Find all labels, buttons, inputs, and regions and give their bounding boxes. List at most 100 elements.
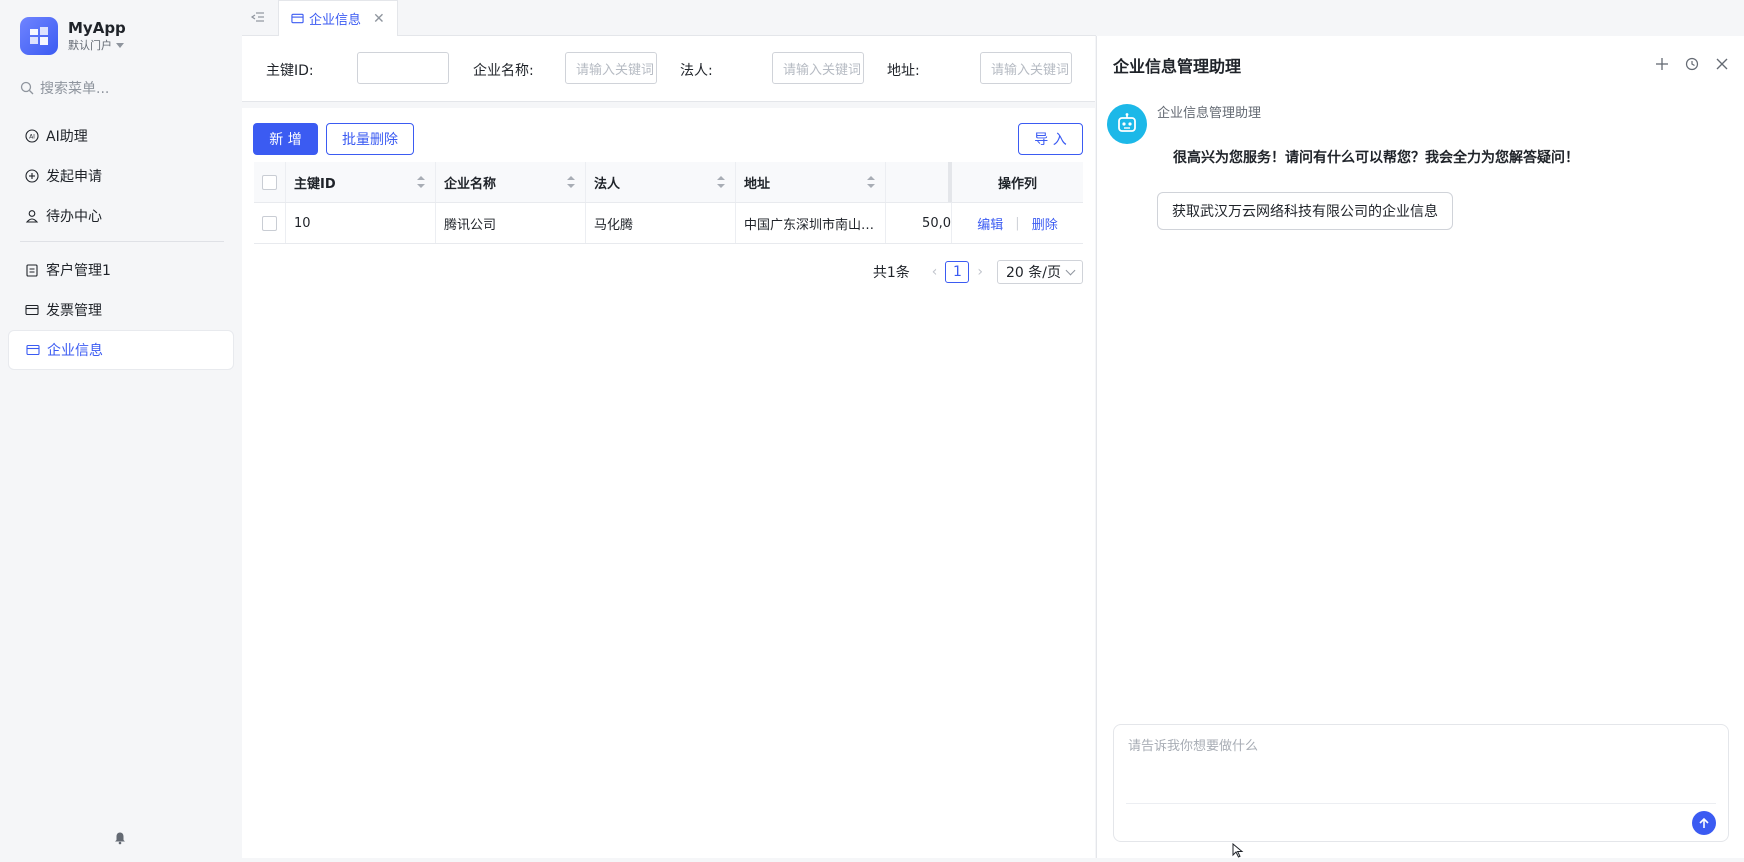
total-count: 共1条: [872, 265, 910, 281]
composer-divider: [1126, 803, 1716, 804]
bot-name: 企业信息管理助理: [1157, 106, 1262, 121]
portal-label: 默认门户: [68, 39, 112, 52]
action-divider: |: [1015, 215, 1020, 231]
history-icon[interactable]: [1682, 54, 1702, 74]
close-icon[interactable]: ✕: [373, 11, 385, 27]
column-header-label: 操作列: [997, 176, 1037, 192]
cell-legal: 马化腾: [586, 203, 736, 243]
edit-link[interactable]: 编辑: [977, 214, 1003, 233]
cell-id: 10: [286, 203, 436, 243]
sidebar-item-label: 发起申请: [46, 169, 102, 185]
chevron-down-icon: [1065, 265, 1076, 275]
data-table: 主键ID 企业名称 法人 地址 操作列 10 腾讯公司 马化腾 中国广东深圳市南…: [254, 162, 1083, 244]
next-page-icon[interactable]: ›: [977, 264, 983, 280]
column-header-legal[interactable]: 法人: [586, 162, 736, 202]
pagination: 共1条 ‹ 1 › 20 条/页: [873, 260, 1083, 284]
new-chat-icon[interactable]: [1652, 54, 1672, 74]
sidebar-item-invoice[interactable]: 发票管理: [8, 290, 234, 330]
card-icon: [25, 342, 41, 358]
sidebar-item-company-info[interactable]: 企业信息: [8, 330, 234, 370]
menu-divider: [20, 241, 224, 242]
legal-label: 法人:: [680, 63, 713, 79]
send-button[interactable]: [1692, 811, 1716, 835]
sidebar-item-label: 企业信息: [47, 343, 103, 359]
card-icon: [24, 302, 40, 318]
address-input-placeholder: 请输入关键词: [991, 62, 1070, 78]
sort-icon[interactable]: [567, 176, 575, 188]
name-input[interactable]: 请输入关键词: [565, 52, 657, 84]
robot-avatar-icon: [1107, 104, 1147, 144]
sort-icon[interactable]: [717, 176, 725, 188]
collapse-sidebar-icon[interactable]: [250, 9, 266, 25]
sidebar-item-customer[interactable]: 客户管理1: [8, 250, 234, 290]
app-name: MyApp: [68, 19, 126, 37]
assistant-panel: 企业信息管理助理 企业信息管理助理 很高兴为您服务！请问有什么可以帮您？我会全力…: [1096, 36, 1744, 858]
column-header-name[interactable]: 企业名称: [436, 162, 586, 202]
caret-down-icon: [116, 43, 124, 48]
sidebar-item-label: 客户管理1: [46, 263, 111, 279]
app-brand[interactable]: MyApp 默认门户: [20, 17, 126, 55]
sidebar-item-ai-assistant[interactable]: AI AI助理: [8, 116, 234, 156]
sidebar-item-label: 待办中心: [46, 209, 102, 225]
mouse-cursor-icon: [1232, 842, 1246, 862]
batch-delete-button[interactable]: 批量删除: [326, 123, 414, 155]
card-icon: [291, 13, 304, 24]
prev-page-icon[interactable]: ‹: [932, 264, 938, 280]
legal-input[interactable]: 请输入关键词: [772, 52, 864, 84]
cell-address: 中国广东深圳市南山…: [736, 203, 886, 243]
tab-label: 企业信息: [309, 13, 362, 28]
app-logo-icon: [20, 17, 58, 55]
table-panel: 新 增 批量删除 导 入 主键ID 企业名称 法人 地址 操作列 10 腾讯公司…: [242, 108, 1095, 858]
cell-actions: 编辑 | 删除: [952, 203, 1083, 243]
notification-bell-icon[interactable]: [113, 831, 127, 849]
column-header-actions: 操作列: [952, 162, 1083, 202]
name-label: 企业名称:: [473, 63, 534, 79]
sidebar: MyApp 默认门户 搜索菜单... AI AI助理 发起申请 待办中心 客户管…: [0, 0, 242, 858]
svg-text:AI: AI: [29, 134, 35, 141]
chat-composer[interactable]: 请告诉我你想要做什么: [1113, 724, 1729, 842]
search-form: 主键ID: 企业名称: 请输入关键词 法人: 请输入关键词 地址: 请输入关键词: [242, 36, 1095, 102]
table-header: 主键ID 企业名称 法人 地址 操作列: [254, 162, 1083, 203]
tab-company-info[interactable]: 企业信息 ✕: [278, 0, 398, 36]
column-header-id[interactable]: 主键ID: [286, 162, 436, 202]
sort-icon[interactable]: [867, 176, 875, 188]
assistant-title: 企业信息管理助理: [1113, 57, 1242, 76]
import-button[interactable]: 导 入: [1018, 123, 1083, 155]
column-header-extra: [886, 162, 952, 202]
id-input[interactable]: [357, 52, 449, 84]
secondary-menu: 客户管理1 发票管理 企业信息: [8, 250, 234, 370]
bot-greeting-message: 很高兴为您服务！请问有什么可以帮您？我会全力为您解答疑问！: [1173, 150, 1579, 166]
primary-menu: AI AI助理 发起申请 待办中心: [8, 116, 234, 236]
address-label: 地址:: [887, 63, 920, 79]
sidebar-item-label: AI助理: [46, 129, 88, 145]
address-input[interactable]: 请输入关键词: [980, 52, 1072, 84]
user-icon: [24, 208, 40, 224]
column-header-address[interactable]: 地址: [736, 162, 886, 202]
id-label: 主键ID:: [266, 63, 314, 79]
name-input-placeholder: 请输入关键词: [576, 62, 655, 78]
assistant-actions: [1642, 54, 1732, 74]
page-size-value: 20 条/页: [1006, 265, 1061, 281]
page-size-select[interactable]: 20 条/页: [997, 260, 1083, 284]
portal-switcher[interactable]: 默认门户: [68, 38, 126, 53]
table-row: 10 腾讯公司 马化腾 中国广东深圳市南山… 50,0 编辑 | 删除: [254, 203, 1083, 244]
row-checkbox[interactable]: [262, 215, 277, 231]
suggested-prompt-button[interactable]: 获取武汉万云网络科技有限公司的企业信息: [1157, 192, 1453, 230]
search-icon: [20, 81, 34, 95]
sort-icon[interactable]: [417, 176, 425, 188]
menu-search-placeholder: 搜索菜单...: [40, 81, 110, 97]
close-icon[interactable]: [1712, 54, 1732, 74]
page-number[interactable]: 1: [945, 261, 970, 283]
select-all-cell: [254, 162, 286, 202]
sidebar-item-label: 发票管理: [46, 303, 102, 319]
legal-input-placeholder: 请输入关键词: [783, 62, 862, 78]
sidebar-item-apply[interactable]: 发起申请: [8, 156, 234, 196]
delete-link[interactable]: 删除: [1032, 214, 1058, 233]
add-button[interactable]: 新 增: [253, 123, 318, 155]
tab-bar: 企业信息 ✕: [242, 0, 1096, 36]
menu-search[interactable]: 搜索菜单...: [20, 78, 109, 98]
cell-name: 腾讯公司: [436, 203, 586, 243]
arrow-up-icon: [1699, 817, 1709, 828]
sidebar-item-todo[interactable]: 待办中心: [8, 196, 234, 236]
select-all-checkbox[interactable]: [262, 174, 277, 190]
